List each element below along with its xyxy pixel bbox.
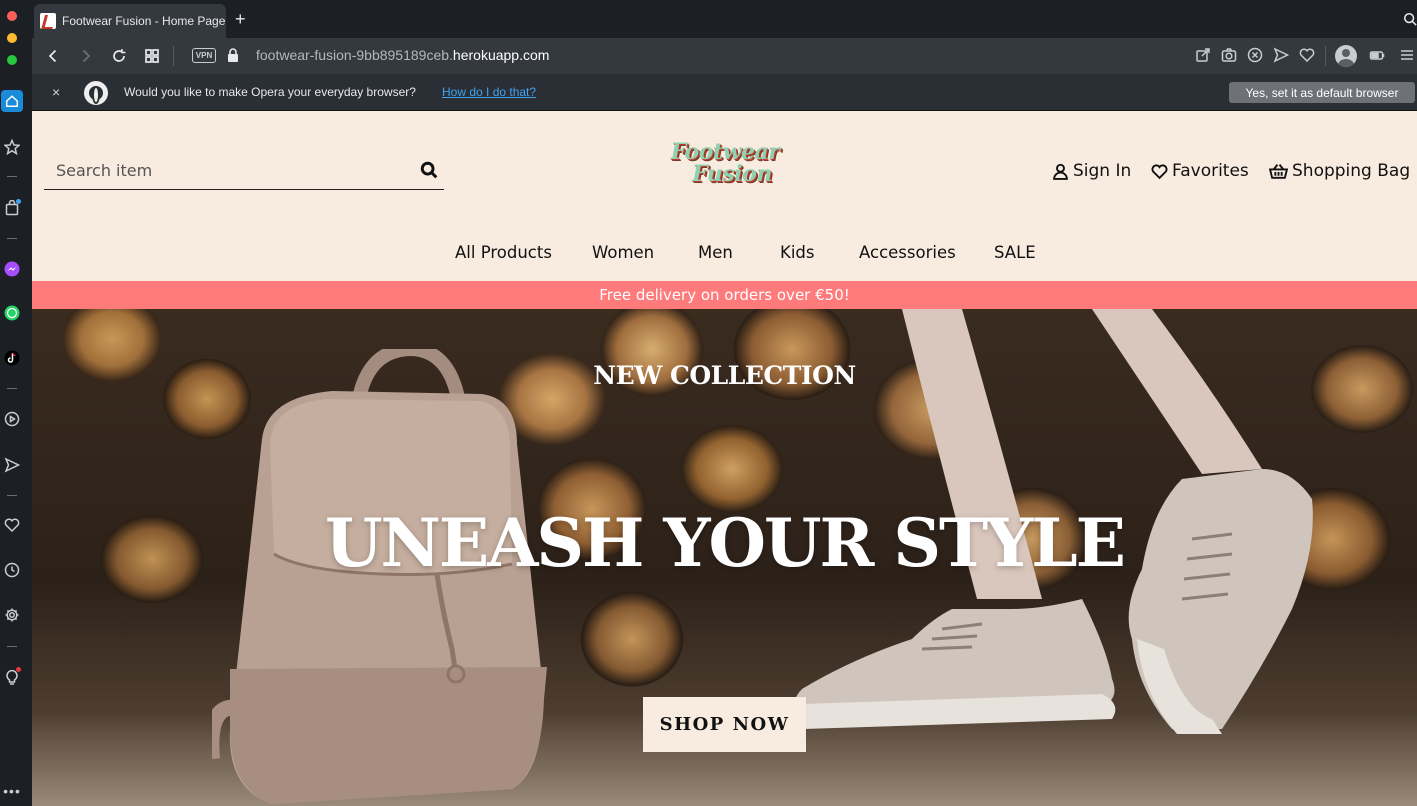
- heart-icon: [1151, 163, 1168, 179]
- bookmark-heart-icon[interactable]: [1299, 47, 1315, 63]
- url-prefix: footwear-fusion-9bb895189ceb.: [256, 47, 453, 63]
- sidebar-separator: [7, 176, 17, 177]
- nav-women[interactable]: Women: [592, 243, 654, 262]
- messenger-icon[interactable]: [3, 260, 21, 278]
- menu-icon[interactable]: [1398, 47, 1414, 63]
- player-icon[interactable]: [3, 410, 21, 428]
- notification-dot: [16, 667, 21, 672]
- promo-banner: Free delivery on orders over €50!: [32, 281, 1417, 309]
- hero-title: UNEASH YOUR STYLE: [325, 504, 1126, 582]
- send-icon[interactable]: [3, 456, 21, 474]
- tiktok-icon[interactable]: [3, 349, 21, 367]
- banner-close-button[interactable]: ×: [52, 84, 60, 100]
- notification-dot: [16, 199, 21, 204]
- site-logo[interactable]: Footwear Fusion: [660, 141, 790, 195]
- lock-icon[interactable]: [226, 47, 240, 63]
- window-minimize-dot[interactable]: [7, 33, 17, 43]
- set-default-browser-button[interactable]: Yes, set it as default browser: [1229, 82, 1415, 103]
- sidebar-separator: [7, 388, 17, 389]
- new-tab-button[interactable]: +: [235, 10, 246, 28]
- banner-help-link[interactable]: How do I do that?: [442, 85, 536, 99]
- battery-saver-icon[interactable]: [1369, 47, 1385, 63]
- sidebar-separator: [7, 646, 17, 647]
- more-icon[interactable]: •••: [3, 782, 21, 800]
- shopping-bag-link[interactable]: Shopping Bag: [1269, 161, 1410, 181]
- settings-gear-icon[interactable]: [3, 606, 21, 624]
- website-viewport: Footwear Fusion Sign In Favorites Shoppi…: [32, 111, 1417, 806]
- tab-search-icon[interactable]: [1403, 12, 1417, 26]
- browser-sidebar: •••: [0, 0, 32, 806]
- sign-in-link[interactable]: Sign In: [1052, 161, 1131, 181]
- logo-line-2: Fusion: [692, 161, 772, 187]
- banner-message: Would you like to make Opera your everyd…: [124, 85, 416, 99]
- tab-title: Footwear Fusion - Home Page: [62, 14, 226, 28]
- vpn-badge[interactable]: VPN: [192, 48, 216, 63]
- profile-avatar-icon[interactable]: [1335, 45, 1357, 67]
- heart-icon[interactable]: [3, 516, 21, 534]
- active-tab[interactable]: Footwear Fusion - Home Page: [34, 4, 226, 38]
- address-bar: VPN footwear-fusion-9bb895189ceb.herokua…: [32, 38, 1417, 74]
- adblock-icon[interactable]: [1247, 47, 1263, 63]
- nav-all-products[interactable]: All Products: [455, 243, 552, 262]
- url-field[interactable]: footwear-fusion-9bb895189ceb.herokuapp.c…: [256, 47, 549, 63]
- back-button[interactable]: [44, 47, 62, 65]
- home-icon[interactable]: [1, 90, 23, 112]
- sidebar-separator: [7, 238, 17, 239]
- sidebar-separator: [7, 495, 17, 496]
- send-to-flow-icon[interactable]: [1273, 47, 1290, 63]
- window-close-dot[interactable]: [7, 11, 17, 21]
- star-icon[interactable]: [3, 138, 21, 156]
- nav-kids[interactable]: Kids: [780, 243, 814, 262]
- search-bar: [44, 151, 444, 190]
- main-navigation: All Products Women Men Kids Accessories …: [32, 243, 1417, 267]
- toolbar-divider: [1325, 46, 1326, 66]
- favorites-label: Favorites: [1172, 161, 1249, 181]
- whatsapp-icon[interactable]: [3, 304, 21, 322]
- basket-icon: [1269, 163, 1288, 179]
- reload-button[interactable]: [110, 47, 128, 65]
- search-input[interactable]: [44, 151, 404, 189]
- tab-strip: Footwear Fusion - Home Page +: [32, 0, 1417, 38]
- logo-line-1: Footwear: [670, 139, 780, 165]
- search-icon[interactable]: [420, 161, 440, 181]
- opera-logo-icon: [84, 81, 108, 105]
- shop-now-button[interactable]: SHOP NOW: [643, 697, 806, 752]
- nav-sale[interactable]: SALE: [994, 243, 1036, 262]
- site-favicon-icon: [40, 13, 56, 29]
- history-icon[interactable]: [3, 561, 21, 579]
- window-zoom-dot[interactable]: [7, 55, 17, 65]
- forward-button[interactable]: [77, 47, 95, 65]
- sign-in-label: Sign In: [1073, 161, 1132, 181]
- hero-kicker: NEW COLLECTION: [593, 361, 856, 390]
- hero-banner: NEW COLLECTION UNEASH YOUR STYLE SHOP NO…: [32, 309, 1417, 806]
- toolbar-divider: [173, 46, 174, 66]
- nav-accessories[interactable]: Accessories: [859, 243, 956, 262]
- user-icon: [1053, 163, 1068, 180]
- favorites-link[interactable]: Favorites: [1151, 161, 1249, 181]
- tabs-grid-button[interactable]: [143, 47, 161, 65]
- url-domain: herokuapp.com: [452, 47, 550, 63]
- nav-men[interactable]: Men: [698, 243, 733, 262]
- camera-icon[interactable]: [1221, 47, 1237, 63]
- default-browser-banner: × Would you like to make Opera your ever…: [32, 74, 1417, 111]
- shopping-bag-label: Shopping Bag: [1292, 161, 1411, 181]
- share-icon[interactable]: [1195, 47, 1211, 63]
